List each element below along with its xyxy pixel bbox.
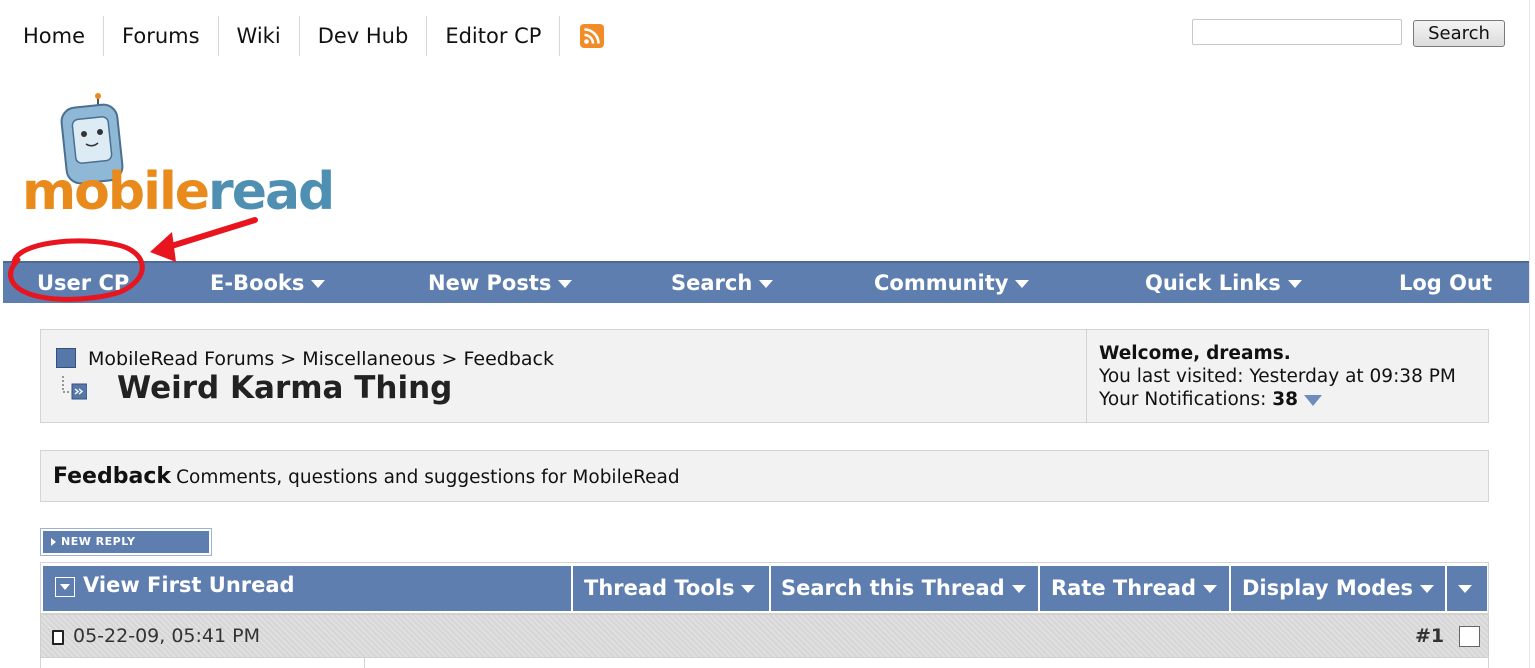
collapse-toggle-icon[interactable] (55, 577, 75, 597)
logo-wordmark: mobileread (22, 162, 335, 222)
chevron-down-icon (759, 280, 774, 288)
chevron-down-icon (1011, 585, 1026, 593)
post-header: 05-22-09, 05:41 PM #1 (40, 614, 1489, 658)
thread-toolbar: View First Unread Thread Tools Search th… (40, 562, 1489, 614)
forum-home-icon[interactable] (56, 348, 76, 368)
rate-thread-label: Rate Thread (1051, 576, 1197, 600)
thread-tools-label: Thread Tools (584, 576, 735, 600)
rss-feed-icon[interactable] (580, 24, 605, 48)
breadcrumb-separator: > (441, 348, 458, 370)
breadcrumb-miscellaneous[interactable]: Miscellaneous (302, 348, 435, 370)
chevron-down-icon (1458, 585, 1472, 593)
nav-log-out-label: Log Out (1399, 271, 1492, 295)
rate-thread-menu[interactable]: Rate Thread (1040, 566, 1229, 611)
display-modes-label: Display Modes (1242, 576, 1413, 600)
chevron-down-icon (1203, 585, 1218, 593)
post-column-divider (364, 658, 365, 668)
chevron-down-icon (1015, 280, 1030, 288)
post-number[interactable]: #1 (1415, 615, 1444, 657)
nav-user-cp-label: User CP (37, 271, 130, 295)
nav-quick-links[interactable]: Quick Links (1145, 263, 1302, 303)
nav-log-out[interactable]: Log Out (1399, 263, 1492, 303)
nav-user-cp[interactable]: User CP (37, 263, 129, 303)
top-nav-forums[interactable]: Forums (104, 16, 219, 56)
welcome-username[interactable]: dreams. (1206, 343, 1291, 364)
top-nav: Home Forums Wiki Dev Hub Editor CP (5, 16, 605, 56)
main-nav-bar: User CP E-Books New Posts Search Communi… (3, 261, 1530, 303)
nav-quick-links-label: Quick Links (1145, 271, 1281, 295)
display-modes-menu[interactable]: Display Modes (1231, 566, 1445, 611)
new-reply-label: NEW REPLY (61, 535, 136, 548)
new-reply-button[interactable]: NEW REPLY (40, 528, 212, 556)
search-input[interactable] (1192, 19, 1402, 45)
notifications-dropdown-icon[interactable] (1304, 394, 1323, 406)
search-thread-menu[interactable]: Search this Thread (771, 566, 1038, 611)
chevron-down-icon (1419, 585, 1434, 593)
top-nav-home[interactable]: Home (5, 16, 105, 56)
notifications-count[interactable]: 38 (1272, 389, 1298, 410)
forum-description-box: Feedback Comments, questions and suggest… (40, 450, 1489, 502)
logo-suffix: read (208, 162, 335, 222)
mobileread-logo[interactable]: mobileread (22, 92, 335, 222)
post-select-checkbox[interactable] (1459, 626, 1480, 647)
top-nav-dev-hub[interactable]: Dev Hub (300, 16, 428, 56)
notifications-label: Your Notifications: (1099, 389, 1267, 410)
chevron-down-icon (558, 280, 573, 288)
play-arrow-icon (51, 538, 56, 546)
thread-tools-menu[interactable]: Thread Tools (573, 566, 769, 611)
logo-prefix: mobile (22, 162, 210, 222)
thread-tree-icon (62, 376, 87, 400)
nav-community[interactable]: Community (874, 263, 1030, 303)
nav-ebooks-label: E-Books (210, 271, 305, 295)
nav-new-posts-label: New Posts (428, 271, 552, 295)
more-options-menu[interactable] (1447, 566, 1487, 611)
last-visited-text: You last visited: Yesterday at 09:38 PM (1099, 366, 1456, 387)
view-first-unread-label: View First Unread (83, 573, 295, 597)
nav-community-label: Community (874, 271, 1009, 295)
nav-search[interactable]: Search (671, 263, 774, 303)
breadcrumb: MobileRead Forums > Miscellaneous > Feed… (88, 348, 554, 370)
top-nav-editor-cp[interactable]: Editor CP (427, 16, 561, 56)
welcome-greeting: Welcome, (1099, 343, 1201, 364)
search-thread-label: Search this Thread (781, 576, 1005, 600)
breadcrumb-root[interactable]: MobileRead Forums (88, 348, 274, 370)
view-first-unread-button[interactable]: View First Unread (43, 566, 571, 611)
nav-new-posts[interactable]: New Posts (428, 263, 573, 303)
post-body-row (40, 658, 1489, 668)
post-date: 05-22-09, 05:41 PM (73, 625, 260, 647)
chevron-down-icon (1287, 280, 1302, 288)
breadcrumb-feedback[interactable]: Feedback (464, 348, 554, 370)
chevron-down-icon (311, 280, 326, 288)
breadcrumb-box: MobileRead Forums > Miscellaneous > Feed… (40, 329, 1489, 423)
search-button[interactable]: Search (1413, 20, 1505, 47)
forum-description: Comments, questions and suggestions for … (176, 467, 680, 488)
chevron-down-icon (741, 585, 756, 593)
post-document-icon (52, 630, 64, 645)
nav-ebooks[interactable]: E-Books (210, 263, 326, 303)
welcome-panel: Welcome, dreams. You last visited: Yeste… (1086, 330, 1488, 422)
page-edge-divider (1529, 0, 1530, 668)
breadcrumb-separator: > (280, 348, 297, 370)
thread-title: Weird Karma Thing (117, 370, 453, 406)
forum-name: Feedback (53, 464, 171, 489)
top-nav-wiki[interactable]: Wiki (219, 16, 300, 56)
nav-search-label: Search (671, 271, 753, 295)
